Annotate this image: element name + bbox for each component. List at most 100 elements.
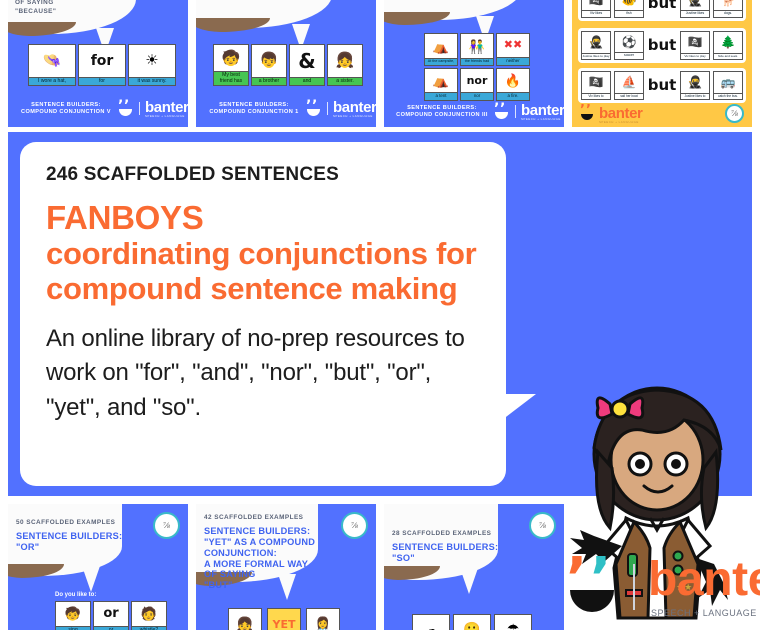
sentence-tile[interactable]: ⛺ At the campsite,: [424, 33, 458, 66]
card-title: SENTENCE BUILDERS: "YET" AS A COMPOUND C…: [204, 526, 316, 591]
conjunction-tile[interactable]: but: [647, 0, 677, 18]
conjunction-tile[interactable]: but: [647, 71, 677, 100]
sentence-tile[interactable]: 🥷 Justine likes to: [680, 71, 710, 100]
hair-bow-icon: [595, 396, 645, 420]
tile-row: 🧒 My best friend has 👦 a brother & and 👧…: [213, 44, 363, 86]
sentence-tile[interactable]: or or: [93, 601, 129, 630]
hero-body-text: An online library of no-prep resources t…: [46, 325, 465, 421]
sentence-tile[interactable]: ⚽ soccer: [614, 31, 644, 60]
sentence-tile[interactable]: 😮: [453, 614, 491, 630]
sentence-tile[interactable]: ✖✖ neither: [496, 33, 530, 66]
top-card-but-worksheet[interactable]: 🏴‍☠️ Viv likes 🐠 fish but 🥷 Justine like…: [572, 0, 752, 127]
top-card-compound-conjunction-iii[interactable]: ⛺ At the campsite, 👫 the friends had ✖✖ …: [384, 0, 564, 127]
tile-row: 🧒 sing or or 🧑 whistle?: [55, 601, 167, 630]
sentence-tile[interactable]: 🐕 dogs.: [713, 0, 743, 18]
tile-label: Viv likes to: [582, 92, 610, 99]
bottom-card-sentence-builders-yet[interactable]: 42 SCAFFOLDED EXAMPLES SENTENCE BUILDERS…: [196, 504, 376, 630]
tile-label: At the campsite,: [425, 58, 457, 65]
sentence-tile[interactable]: 🥷 Justine likes to play: [581, 31, 611, 60]
banter-logo-text: banter SPEECH + LANGUAGE: [333, 99, 376, 118]
banter-logo-text: banter SPEECH + LANGUAGE: [521, 102, 564, 121]
tile-label: sail her boat: [615, 92, 643, 99]
logo-divider: [139, 102, 140, 116]
sentence-tile[interactable]: 👫 the friends had: [460, 33, 494, 66]
hero-speech-card: 246 SCAFFOLDED SENTENCES FANBOYS coordin…: [20, 142, 506, 486]
sentence-tile[interactable]: for for: [78, 44, 126, 86]
tile-label: Justine likes: [681, 10, 709, 17]
tile-label: Justine likes to play: [582, 52, 610, 59]
sentence-tile[interactable]: ☁: [412, 614, 450, 630]
tile-row: 👧 YET 👩‍⚕️: [228, 608, 340, 630]
top-card-eyebrow: OF SAYING "BECAUSE": [15, 0, 57, 15]
tile-label: Justine likes to: [681, 92, 709, 99]
sentence-tile[interactable]: 👩‍⚕️: [306, 608, 340, 630]
tile-icon: 😮: [454, 615, 490, 630]
banter-brand-logo[interactable]: ’ ’ banter SPEECH + LANGUAGE: [566, 546, 760, 618]
tile-label: dogs.: [714, 10, 742, 17]
tile-label: My best friend has: [214, 71, 248, 85]
conjunction-tile[interactable]: YET: [267, 608, 301, 630]
ground-ledge: [8, 22, 76, 36]
hero-headline-primary: FANBOYS: [46, 199, 204, 236]
tile-label: a tent: [425, 92, 457, 100]
sparkle-badge[interactable]: ⅞: [529, 512, 556, 539]
ground-ledge: [196, 18, 270, 32]
tile-icon: YET: [268, 609, 300, 630]
sentence-tile[interactable]: & and: [289, 44, 325, 86]
sentence-tile[interactable]: ⛺ a tent: [424, 68, 458, 101]
top-card-compound-conjunction-v[interactable]: OF SAYING "BECAUSE" 👒 I wore a hat, for …: [8, 0, 188, 127]
sentence-tile[interactable]: 🧑 whistle?: [131, 601, 167, 630]
sentence-tile[interactable]: 🥷 Justine likes: [680, 0, 710, 18]
tile-icon: 👧: [328, 45, 362, 77]
sentence-tile[interactable]: ⛵ sail her boat: [614, 71, 644, 100]
sentence-tile[interactable]: 🧒 sing: [55, 601, 91, 630]
sparkle-badge[interactable]: ⅞: [725, 104, 744, 123]
tile-label: I wore a hat,: [29, 76, 75, 85]
top-card-compound-conjunction-1[interactable]: AND 🧒 My best friend has 👦 a brother & a…: [196, 0, 376, 127]
sentence-tile[interactable]: 👧: [228, 608, 262, 630]
card-footer-caption: SENTENCE BUILDERS: COMPOUND CONJUNCTION …: [21, 101, 111, 115]
sentence-tile[interactable]: 🏴‍☠️ Viv likes: [581, 0, 611, 18]
hero-headline: FANBOYS coordinating conjunctions for co…: [46, 199, 480, 306]
bottom-card-sentence-builders-or[interactable]: 50 SCAFFOLDED EXAMPLES SENTENCE BUILDERS…: [8, 504, 188, 630]
tile-label: a sister.: [328, 76, 362, 85]
tile-label: soccer: [615, 52, 643, 59]
sentence-tile[interactable]: nor nor: [460, 68, 494, 101]
tile-label: fish: [615, 10, 643, 17]
badge-scribble: ⅞: [731, 109, 738, 118]
sentence-tile[interactable]: 🌲 hide and seek.: [713, 31, 743, 60]
sparkle-badge[interactable]: ⅞: [341, 512, 368, 539]
sentence-tile[interactable]: 🔥 a fire.: [496, 68, 530, 101]
tile-label: or: [94, 625, 128, 630]
sentence-tile[interactable]: 🚌 catch the bus.: [713, 71, 743, 100]
tile-icon: or: [94, 602, 128, 626]
sentence-tile[interactable]: ☀ it was sunny.: [128, 44, 176, 86]
tile-label: for: [79, 76, 125, 85]
tile-icon: 👫: [461, 34, 493, 59]
tile-label: nor: [461, 92, 493, 100]
badge-scribble: ⅞: [539, 521, 546, 530]
tile-icon: ⛺: [425, 34, 457, 59]
sentence-tile[interactable]: 🏴‍☠️ Viv likes to play: [680, 31, 710, 60]
banter-logo-mark: ’ ’: [580, 103, 595, 122]
card-footer-caption: SENTENCE BUILDERS: COMPOUND CONJUNCTION …: [209, 101, 299, 115]
hero-banner: 246 SCAFFOLDED SENTENCES FANBOYS coordin…: [8, 132, 752, 620]
sentence-tile[interactable]: 🧒 My best friend has: [213, 44, 249, 86]
tile-icon: ⛵: [615, 72, 643, 93]
badge-scribble: ⅞: [163, 521, 170, 530]
tile-icon: 👦: [252, 45, 286, 77]
sentence-tile[interactable]: ☂: [494, 614, 532, 630]
speech-bubble-tail: [460, 568, 478, 594]
ground-ledge: [8, 564, 64, 578]
sentence-tile[interactable]: 👦 a brother: [251, 44, 287, 86]
sentence-tile[interactable]: 👧 a sister.: [327, 44, 363, 86]
sentence-tile[interactable]: 🐠 fish: [614, 0, 644, 18]
sparkle-badge[interactable]: ⅞: [153, 512, 180, 539]
poster-canvas: OF SAYING "BECAUSE" 👒 I wore a hat, for …: [0, 0, 760, 630]
sentence-tile[interactable]: 👒 I wore a hat,: [28, 44, 76, 86]
prompt-text: Do you like to:: [55, 592, 97, 598]
conjunction-tile[interactable]: but: [647, 31, 677, 60]
sentence-tile[interactable]: 🏴‍☠️ Viv likes to: [581, 71, 611, 100]
bottom-card-sentence-builders-so[interactable]: 28 SCAFFOLDED EXAMPLES SENTENCE BUILDERS…: [384, 504, 564, 630]
tile-icon: but: [647, 0, 677, 18]
